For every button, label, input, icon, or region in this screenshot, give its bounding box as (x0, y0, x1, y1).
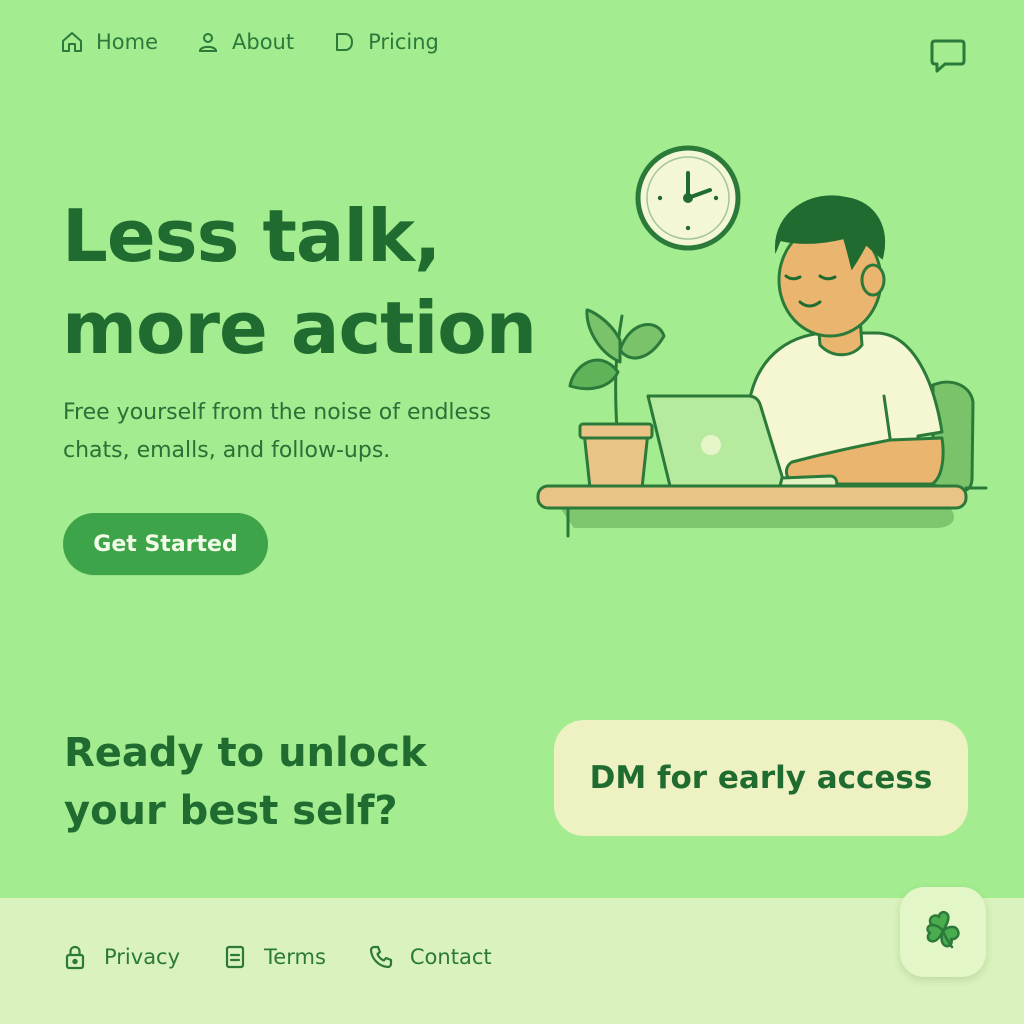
hero-title: Less talk, more action (62, 190, 562, 374)
nav-label-home: Home (96, 30, 159, 54)
person-illustration (746, 195, 945, 494)
get-started-button[interactable]: Get Started (63, 513, 268, 575)
clover-icon (926, 910, 960, 949)
footer-item-terms[interactable]: Terms (222, 944, 326, 970)
hero-title-line1: Less talk, (62, 194, 441, 278)
nav-label-about: About (232, 30, 295, 54)
footer-item-privacy[interactable]: Privacy (62, 944, 180, 970)
home-icon (62, 32, 82, 52)
hero-subtitle-line2: chats, emalls, and follow-ups. (63, 438, 391, 463)
hero-illustration (536, 145, 988, 538)
lock-icon (65, 945, 85, 970)
document-icon (225, 945, 245, 969)
footer-label-contact: Contact (409, 945, 492, 969)
footer-label-privacy: Privacy (104, 945, 181, 969)
hero-subtitle-line1: Free yourself from the noise of endless (63, 400, 492, 425)
phone-icon (369, 945, 392, 969)
bottom-heading-line1: Ready to unlock (64, 730, 427, 776)
floating-clover-button[interactable] (900, 887, 986, 977)
dm-early-access-button[interactable]: DM for early access (554, 720, 968, 836)
hero-subtitle: Free yourself from the noise of endless … (63, 394, 533, 470)
user-icon (199, 33, 218, 52)
nav-item-pricing[interactable]: Pricing (332, 30, 439, 54)
nav-item-home[interactable]: Home (60, 30, 158, 54)
nav-label-pricing: Pricing (368, 30, 439, 54)
nav-item-about[interactable]: About (196, 30, 294, 54)
tag-icon (336, 33, 354, 51)
bottom-heading-line2: your best self? (64, 788, 398, 834)
footer-links: Privacy Terms Contact (62, 944, 492, 970)
footer-item-contact[interactable]: Contact (368, 944, 492, 970)
top-nav: Home About Pricing (60, 30, 439, 54)
footer-label-terms: Terms (264, 945, 326, 969)
chat-button[interactable] (929, 37, 967, 75)
chat-icon (930, 39, 966, 73)
hero-title-line2: more action (62, 286, 537, 370)
clock-icon (635, 145, 741, 251)
desk-illustration (536, 484, 988, 538)
bottom-heading: Ready to unlock your best self? (64, 724, 504, 840)
